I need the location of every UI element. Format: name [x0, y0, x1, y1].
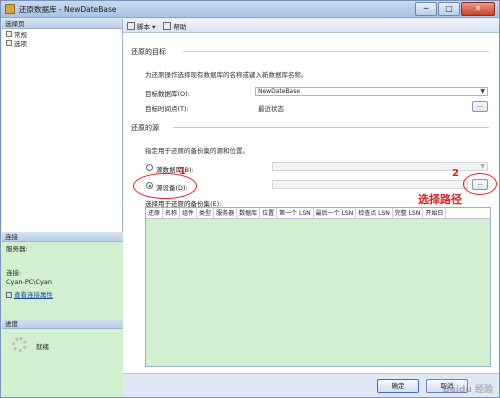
window-title: 还原数据库 - NewDateBase: [19, 5, 117, 14]
column-header[interactable]: 类型: [197, 208, 215, 218]
annotation-circle-2: [463, 173, 497, 195]
progress-header: 进度: [2, 319, 123, 329]
page-icon: [6, 39, 12, 46]
connection-section: 连接 服务器: 连接: Cyan-PC\Cyan 查看连接属性: [2, 232, 123, 322]
restore-target-title: 还原的目标: [131, 48, 166, 56]
from-database-radio[interactable]: [146, 164, 153, 171]
from-device-field[interactable]: [272, 180, 468, 189]
progress-spinner-icon: [12, 337, 27, 352]
script-button[interactable]: 脚本 ▾: [127, 21, 155, 31]
connection-value: Cyan-PC\Cyan: [6, 278, 52, 286]
column-header[interactable]: 位置: [260, 208, 278, 218]
target-time-label: 目标时间点(T):: [145, 105, 189, 113]
ok-button[interactable]: 确定: [377, 379, 419, 393]
connection-label: 连接:: [6, 269, 22, 277]
progress-section: 进度 就绪: [2, 319, 123, 397]
left-pane: 选择页 常规 选项 连接 服务器: 连接: Cyan-PC\Cyan 查看连接属…: [2, 19, 123, 397]
dialog-footer: 确定 取消 Baidu 经验: [123, 373, 499, 397]
backup-sets-grid[interactable]: 还原 名称 组件 类型 服务器 数据库 位置 第一个 LSN 最后一个 LSN …: [145, 207, 491, 367]
chevron-down-icon: ▼: [480, 88, 485, 95]
column-header[interactable]: 最后一个 LSN: [314, 208, 357, 218]
page-item-options[interactable]: 选项: [2, 38, 122, 48]
separator: [183, 51, 489, 52]
annotation-circle-1: [133, 173, 197, 199]
close-button[interactable]: ✕: [461, 2, 495, 16]
separator: [173, 127, 489, 128]
watermark: Baidu 经验: [442, 385, 493, 395]
connection-properties-icon: [6, 292, 12, 298]
main-pane: 脚本 ▾ 帮助 还原的目标 为还原操作选择现有数据库的名称或键入新数据库名称。 …: [123, 19, 499, 373]
grid-header-row: 还原 名称 组件 类型 服务器 数据库 位置 第一个 LSN 最后一个 LSN …: [146, 208, 490, 219]
help-label: 帮助: [173, 22, 187, 31]
target-time-browse-button[interactable]: ...: [472, 101, 488, 112]
restore-target-desc: 为还原操作选择现有数据库的名称或键入新数据库名称。: [145, 71, 308, 79]
connection-header: 连接: [2, 232, 123, 242]
script-icon: [127, 21, 135, 30]
column-header[interactable]: 数据库: [237, 208, 261, 218]
chevron-down-icon: ▼: [480, 163, 485, 170]
help-icon: [163, 21, 172, 30]
server-value: [6, 254, 119, 263]
help-button[interactable]: 帮助: [163, 21, 186, 31]
column-header[interactable]: 完整 LSN: [393, 208, 424, 218]
server-label: 服务器:: [6, 245, 28, 253]
target-time-value: 最近状态: [258, 105, 284, 113]
column-header[interactable]: 组件: [180, 208, 198, 218]
page-label: 选项: [14, 39, 27, 48]
progress-status: 就绪: [36, 343, 49, 351]
script-label: 脚本 ▾: [137, 22, 156, 31]
view-connection-properties-link[interactable]: 查看连接属性: [14, 291, 53, 299]
column-header[interactable]: 检查点 LSN: [356, 208, 393, 218]
column-header[interactable]: 名称: [163, 208, 181, 218]
column-header[interactable]: 还原: [146, 208, 164, 218]
column-header[interactable]: 开始日: [423, 208, 447, 218]
target-db-label: 目标数据库(O):: [145, 90, 190, 98]
window-controls: ─ □ ✕: [415, 2, 495, 16]
target-database-value: NewDateBase: [258, 88, 301, 95]
column-header[interactable]: 服务器: [214, 208, 238, 218]
title-bar: 还原数据库 - NewDateBase ─ □ ✕: [1, 1, 499, 18]
maximize-button[interactable]: □: [438, 2, 460, 16]
annotation-number-1: 1: [179, 166, 186, 177]
select-page-header: 选择页: [2, 19, 122, 29]
database-icon: [5, 4, 15, 14]
restore-database-window: 还原数据库 - NewDateBase ─ □ ✕ 选择页 常规 选项 连接 服…: [0, 0, 500, 398]
minimize-button[interactable]: ─: [415, 2, 437, 16]
restore-source-title: 还原的源: [131, 124, 159, 132]
restore-source-desc: 指定用于还原的备份集的源和位置。: [145, 147, 249, 155]
connection-info: 服务器: 连接: Cyan-PC\Cyan 查看连接属性: [2, 242, 123, 303]
page-icon: [6, 30, 12, 37]
column-header[interactable]: 第一个 LSN: [277, 208, 314, 218]
target-database-select[interactable]: NewDateBase ▼: [255, 87, 488, 96]
toolbar: 脚本 ▾ 帮助: [123, 19, 499, 33]
annotation-number-2: 2: [452, 168, 459, 179]
annotation-choose-path: 选择路径: [418, 193, 462, 206]
